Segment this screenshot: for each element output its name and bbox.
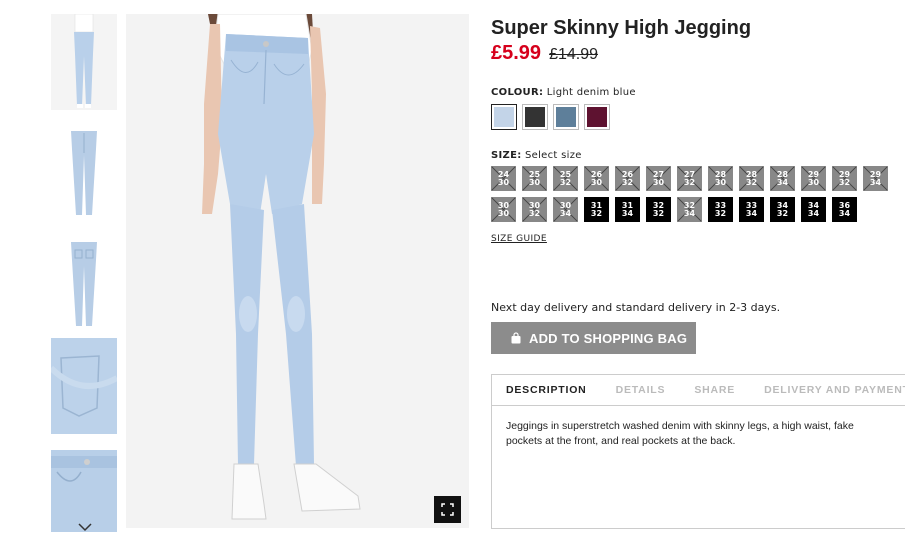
size-option[interactable]: 28 32 [739,166,764,191]
chevron-down-icon [78,523,92,532]
size-length: 32 [714,208,727,218]
size-length: 32 [621,177,634,187]
size-option[interactable]: 34 34 [801,197,826,222]
size-length: 34 [838,208,851,218]
tab-bar: DESCRIPTION DETAILS SHARE DELIVERY AND PAYM… [492,375,905,406]
colour-swatch[interactable] [491,104,517,130]
size-length: 32 [528,208,541,218]
size-option[interactable]: 29 34 [863,166,888,191]
size-length: 32 [776,208,789,218]
swatch-color [587,107,607,127]
size-length: 30 [807,177,820,187]
size-option[interactable]: 30 32 [522,197,547,222]
size-length: 34 [745,208,758,218]
size-option[interactable]: 26 32 [615,166,640,191]
colour-swatch[interactable] [584,104,610,130]
colour-label: COLOUR: [491,87,544,98]
size-length: 32 [745,177,758,187]
size-option[interactable]: 33 34 [739,197,764,222]
size-option[interactable]: 32 32 [646,197,671,222]
tab-description[interactable]: DESCRIPTION [506,384,587,396]
size-label-row: SIZE: Select size [491,150,582,161]
size-option[interactable]: 29 32 [832,166,857,191]
size-option[interactable]: 31 32 [584,197,609,222]
size-label: SIZE: [491,150,522,161]
size-length: 34 [776,177,789,187]
swatch-color [494,107,514,127]
shopping-bag-icon [511,332,521,344]
selected-colour: Light denim blue [546,87,636,98]
main-product-image[interactable] [126,14,469,528]
thumbnail-model-front[interactable] [51,14,117,110]
size-prompt: Select size [525,150,582,161]
size-option[interactable]: 29 30 [801,166,826,191]
size-length: 30 [714,177,727,187]
size-length: 32 [590,208,603,218]
size-option[interactable]: 30 30 [491,197,516,222]
fullscreen-icon [441,503,454,516]
original-price: £14.99 [549,46,598,63]
size-length: 30 [497,208,510,218]
size-options: 24 30 25 30 25 32 26 30 26 32 27 30 27 32 28 30 28 32 28 34… [491,166,891,222]
size-option[interactable]: 26 30 [584,166,609,191]
size-option[interactable]: 36 34 [832,197,857,222]
sale-price: £5.99 [491,42,542,64]
product-title: Super Skinny High Jegging [491,17,752,39]
size-option[interactable]: 30 34 [553,197,578,222]
size-option[interactable]: 27 32 [677,166,702,191]
size-option[interactable]: 32 34 [677,197,702,222]
size-option[interactable]: 33 32 [708,197,733,222]
tab-delivery-and-payment[interactable]: DELIVERY AND PAYMENT [764,384,905,396]
size-length: 34 [807,208,820,218]
colour-label-row: COLOUR: Light denim blue [491,87,636,98]
size-length: 34 [621,208,634,218]
tab-share[interactable]: SHARE [694,384,735,396]
size-length: 32 [838,177,851,187]
thumbnail-flat-back[interactable] [51,236,117,332]
size-length: 32 [683,177,696,187]
size-option[interactable]: 34 32 [770,197,795,222]
size-option[interactable]: 25 30 [522,166,547,191]
thumbnail-pocket-detail[interactable] [51,338,117,434]
size-option[interactable]: 28 34 [770,166,795,191]
size-guide-link[interactable]: SIZE GUIDE [491,234,547,244]
price-row: £5.99 £14.99 [491,42,598,65]
size-option[interactable]: 31 34 [615,197,640,222]
tab-details[interactable]: DETAILS [616,384,666,396]
description-text: Jeggings in superstretch washed denim wi… [506,420,854,447]
colour-swatch[interactable] [522,104,548,130]
size-option[interactable]: 25 32 [553,166,578,191]
size-length: 32 [559,177,572,187]
size-length: 34 [869,177,882,187]
swatch-color [556,107,576,127]
size-length: 30 [590,177,603,187]
size-length: 30 [528,177,541,187]
size-option[interactable]: 28 30 [708,166,733,191]
swatch-color [525,107,545,127]
delivery-info: Next day delivery and standard delivery … [491,301,781,314]
size-length: 34 [683,208,696,218]
size-length: 32 [652,208,665,218]
thumbnail-flat-front[interactable] [51,125,117,221]
fullscreen-button[interactable] [434,496,461,523]
size-length: 30 [652,177,665,187]
size-length: 34 [559,208,572,218]
add-to-bag-button[interactable]: ADD TO SHOPPING BAG [491,322,696,354]
thumbnails-next-button[interactable] [76,519,94,533]
colour-swatch[interactable] [553,104,579,130]
colour-swatches [491,104,610,130]
product-tabs: DESCRIPTION DETAILS SHARE DELIVERY AND PAYM… [491,374,905,529]
size-option[interactable]: 27 30 [646,166,671,191]
size-length: 30 [497,177,510,187]
size-option[interactable]: 24 30 [491,166,516,191]
add-to-bag-label: ADD TO SHOPPING BAG [529,330,688,346]
